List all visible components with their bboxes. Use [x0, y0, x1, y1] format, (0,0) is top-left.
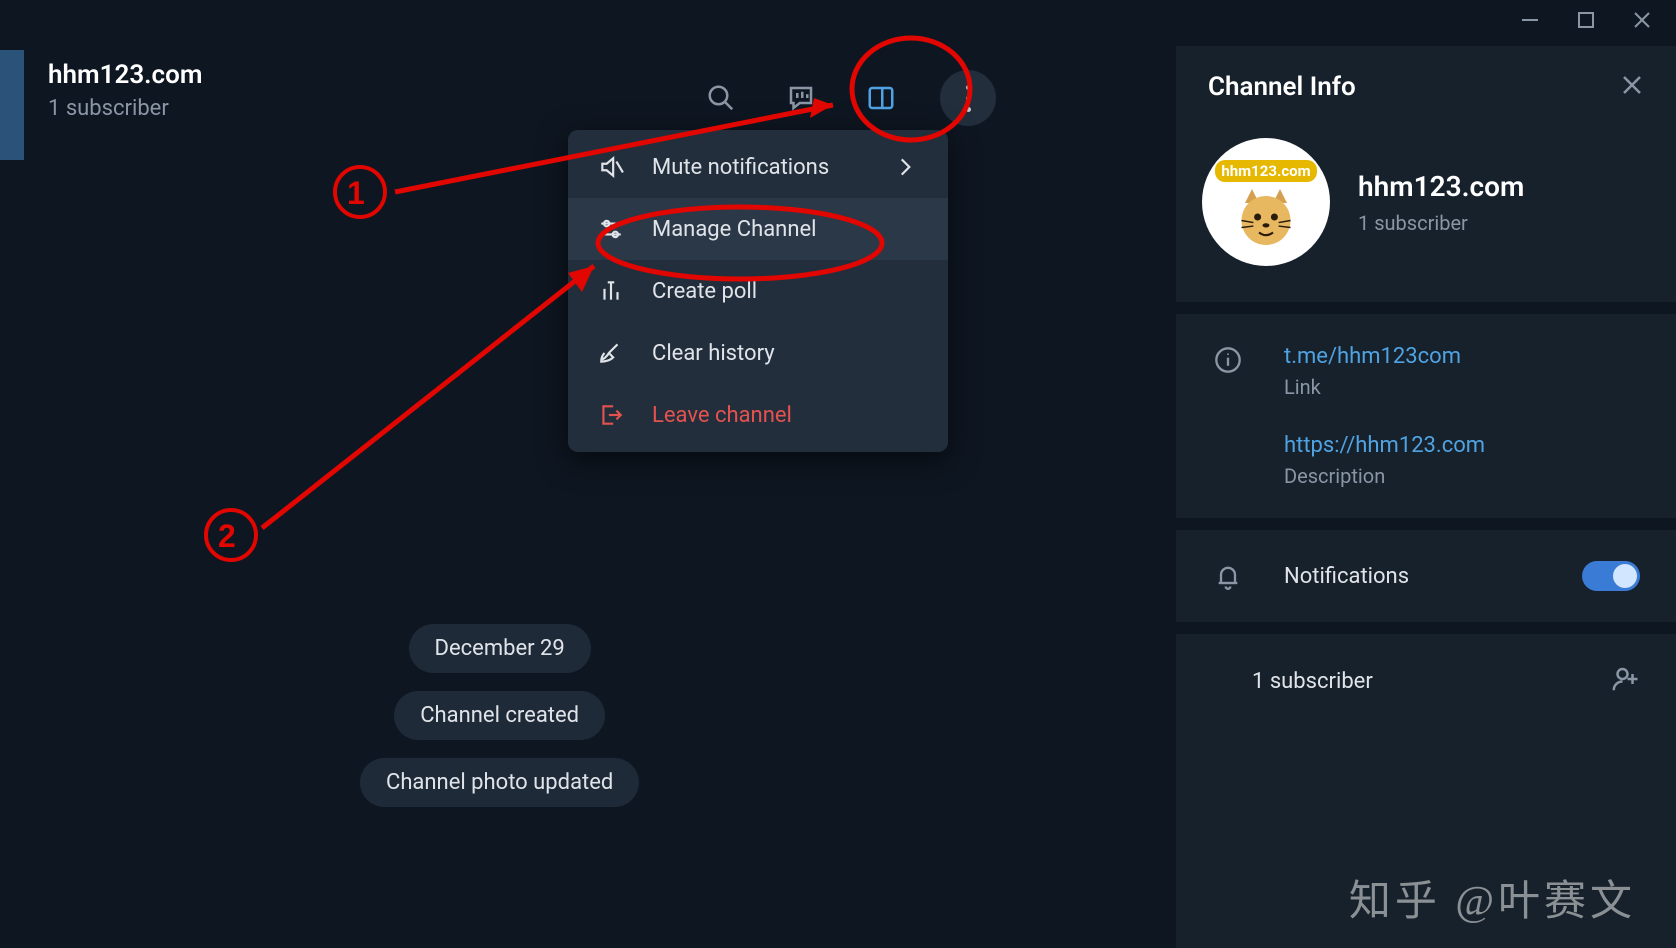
message-feed: December 29 Channel created Channel phot… [360, 624, 639, 807]
info-row-description[interactable]: https://hhm123.com Description [1212, 433, 1640, 488]
link-label: Link [1284, 375, 1461, 399]
add-subscriber-button[interactable] [1610, 664, 1640, 698]
comments-button[interactable] [780, 77, 822, 119]
search-button[interactable] [700, 77, 742, 119]
info-icon [1212, 344, 1244, 376]
more-vertical-icon [966, 82, 971, 115]
system-message: Channel created [394, 691, 605, 740]
speech-bubble-icon [786, 83, 816, 113]
leave-icon [596, 400, 626, 430]
channel-avatar: hhm123.com [1202, 138, 1330, 266]
channel-name: hhm123.com [1358, 170, 1524, 203]
svg-text:1: 1 [347, 175, 365, 211]
description-label: Description [1284, 464, 1485, 488]
subscriber-count: 1 subscriber [1252, 669, 1373, 694]
channel-sub: 1 subscriber [1358, 211, 1524, 235]
subscribers-section: 1 subscriber [1176, 622, 1676, 728]
broom-icon [596, 338, 626, 368]
window-minimize-button[interactable] [1520, 10, 1540, 30]
channel-description-link: https://hhm123.com [1284, 433, 1485, 458]
add-user-icon [1610, 664, 1640, 694]
notifications-section: Notifications [1176, 518, 1676, 622]
panel-close-button[interactable] [1620, 73, 1644, 101]
panel-title: Channel Info [1208, 72, 1356, 102]
svg-text:2: 2 [218, 518, 236, 554]
date-separator: December 29 [409, 624, 591, 673]
menu-item-clear-history[interactable]: Clear history [568, 322, 948, 384]
chat-subtitle: 1 subscriber [48, 96, 202, 121]
window-close-button[interactable] [1632, 10, 1652, 30]
channel-info-panel: Channel Info hhm123.com hhm123.com 1 sub… [1176, 46, 1676, 948]
chat-header-actions [700, 70, 996, 126]
system-message: Channel photo updated [360, 758, 639, 807]
window-maximize-button[interactable] [1576, 10, 1596, 30]
context-menu: Mute notifications Manage Channel Create… [568, 130, 948, 452]
window-controls [1520, 0, 1676, 40]
subscribers-row[interactable]: 1 subscriber [1212, 664, 1640, 698]
chat-title: hhm123.com [48, 60, 202, 90]
chat-header[interactable]: hhm123.com 1 subscriber [48, 60, 202, 121]
poll-icon [596, 276, 626, 306]
menu-item-create-poll[interactable]: Create poll [568, 260, 948, 322]
notifications-label: Notifications [1284, 564, 1409, 589]
more-menu-button[interactable] [940, 70, 996, 126]
info-row-link[interactable]: t.me/hhm123com Link [1212, 344, 1640, 399]
chevron-right-icon [890, 152, 920, 182]
menu-label: Leave channel [652, 403, 792, 428]
menu-label: Manage Channel [652, 217, 816, 242]
close-icon [1620, 73, 1644, 97]
menu-label: Clear history [652, 341, 775, 366]
search-icon [706, 83, 736, 113]
panel-icon [866, 83, 896, 113]
mute-icon [596, 152, 626, 182]
sidebar-selection-indicator [0, 50, 24, 160]
menu-label: Create poll [652, 279, 757, 304]
watermark: 知乎 @叶赛文 [1349, 867, 1636, 928]
side-panel-button[interactable] [860, 77, 902, 119]
channel-link: t.me/hhm123com [1284, 344, 1461, 369]
menu-label: Mute notifications [652, 155, 829, 180]
settings-sliders-icon [596, 214, 626, 244]
menu-item-manage-channel[interactable]: Manage Channel [568, 198, 948, 260]
notifications-toggle[interactable] [1582, 561, 1640, 591]
bell-icon [1212, 560, 1244, 592]
channel-info-section: t.me/hhm123com Link https://hhm123.com D… [1176, 302, 1676, 518]
notifications-row[interactable]: Notifications [1212, 560, 1640, 592]
cat-icon [1231, 182, 1301, 252]
menu-item-leave-channel[interactable]: Leave channel [568, 384, 948, 446]
menu-item-mute[interactable]: Mute notifications [568, 136, 948, 198]
channel-profile[interactable]: hhm123.com hhm123.com 1 subscriber [1176, 128, 1676, 302]
